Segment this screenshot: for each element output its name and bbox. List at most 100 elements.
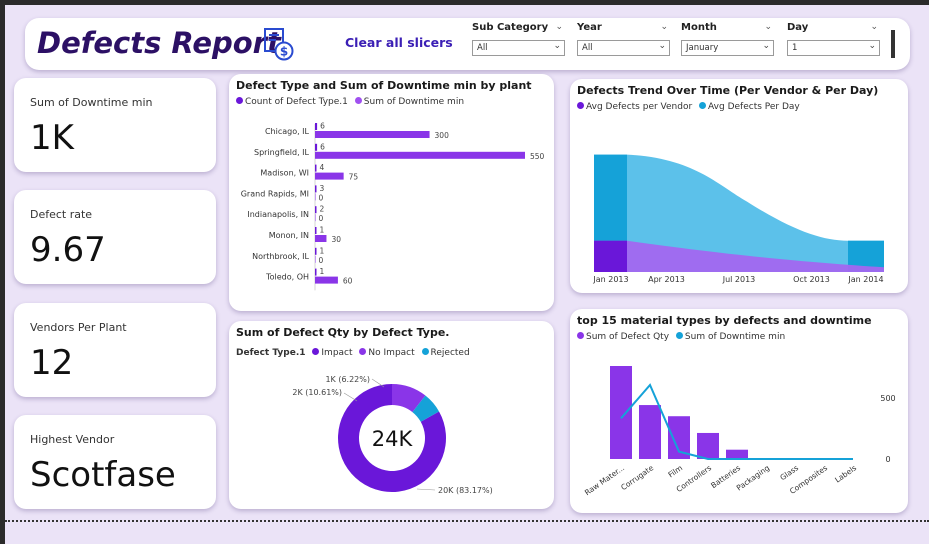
x-tick-label: Jan 2013 [592, 275, 628, 284]
x-tick-label: Corrugate [619, 463, 655, 492]
kpi-label: Sum of Downtime min [30, 96, 153, 109]
slicer-month[interactable]: Month ⌄ January ⌄ [681, 22, 774, 56]
downtime-bar [315, 235, 327, 242]
dropdown-arrow-icon: ⌄ [762, 41, 770, 51]
downtime-data-label: 0 [319, 193, 324, 202]
leader-line [343, 392, 358, 402]
downtime-data-label: 60 [343, 277, 353, 286]
defect-qty-bar [610, 366, 632, 459]
slicer-label: Month [681, 22, 717, 33]
slicer-label: Day [787, 22, 809, 33]
category-label: Monon, IN [269, 231, 309, 240]
report-icon: $ [264, 28, 294, 61]
defect-qty-bar [726, 449, 748, 459]
report-header: Defects Report $ Clear all slicers Sub C… [25, 18, 910, 70]
dropdown-arrow-icon: ⌄ [553, 41, 561, 51]
count-bar [315, 227, 317, 234]
count-bar [315, 247, 317, 255]
downtime-data-label: 30 [331, 235, 341, 244]
chart-defect-qty-donut[interactable]: Sum of Defect Qty by Defect Type. Defect… [229, 321, 554, 509]
slicer-scrollbar[interactable] [891, 30, 895, 58]
x-tick-label: Packaging [735, 463, 772, 492]
slicer-value: All [477, 43, 488, 53]
dropdown-arrow-icon: ⌄ [658, 41, 666, 51]
category-label: Grand Rapids, MI [241, 189, 309, 198]
slicer-dropdown[interactable]: All ⌄ [577, 40, 670, 56]
x-tick-label: Labels [833, 463, 858, 484]
chevron-down-icon[interactable]: ⌄ [660, 22, 668, 32]
kpi-card-defect-rate: Defect rate 9.67 [14, 190, 216, 284]
kpi-value: 12 [30, 343, 74, 383]
slicer-label: Sub Category [472, 22, 549, 33]
report-canvas: Defects Report $ Clear all slicers Sub C… [5, 5, 929, 544]
downtime-data-label: 0 [319, 214, 324, 223]
downtime-data-label: 0 [319, 256, 324, 265]
kpi-label: Defect rate [30, 208, 93, 221]
defect-qty-bar [697, 432, 719, 459]
category-label: Madison, WI [260, 169, 309, 178]
svg-text:$: $ [280, 45, 288, 59]
count-data-label: 4 [320, 163, 325, 172]
chart-defects-trend[interactable]: Defects Trend Over Time (Per Vendor & Pe… [570, 79, 908, 293]
x-tick-label: Jan 2014 [847, 275, 883, 284]
clear-all-slicers-button[interactable]: Clear all slicers [345, 35, 453, 50]
count-data-label: 6 [320, 122, 325, 131]
kpi-label: Highest Vendor [30, 433, 115, 446]
y2-tick-label: 0 [885, 455, 890, 464]
category-label: Toledo, OH [265, 273, 309, 282]
downtime-bar [315, 151, 525, 159]
downtime-bar [315, 276, 338, 284]
count-bar [315, 164, 317, 172]
count-data-label: 1 [320, 246, 325, 255]
count-data-label: 6 [320, 142, 325, 151]
count-bar [315, 143, 318, 151]
donut-chart: 24K 20K (83.17%) 2K (10.61%) 1K (6.22%) [292, 375, 493, 495]
downtime-bar [315, 193, 316, 201]
y2-tick-label: 500 [880, 394, 895, 403]
slicer-dropdown[interactable]: All ⌄ [472, 40, 565, 56]
slicer-year[interactable]: Year ⌄ All ⌄ [577, 22, 670, 56]
slicer-sub-category[interactable]: Sub Category ⌄ All ⌄ [472, 22, 565, 56]
count-data-label: 1 [320, 267, 325, 276]
page-divider [5, 520, 929, 522]
count-bar [315, 268, 317, 276]
slicer-value: January [686, 43, 719, 53]
leader-line [371, 378, 385, 388]
donut-center-label: 24K [372, 427, 414, 451]
selected-period-highlight [594, 240, 627, 272]
downtime-data-label: 300 [435, 131, 450, 140]
count-bar [315, 206, 317, 214]
slicer-dropdown[interactable]: 1 ⌄ [787, 40, 880, 56]
category-label: Springfield, IL [254, 148, 310, 157]
chart-top-materials[interactable]: top 15 material types by defects and dow… [570, 309, 908, 513]
slice-data-label: 20K (83.17%) [438, 486, 493, 495]
x-tick-label: Raw Mater... [583, 463, 626, 497]
count-data-label: 2 [320, 205, 325, 214]
chevron-down-icon[interactable]: ⌄ [870, 22, 878, 32]
dropdown-arrow-icon: ⌄ [868, 41, 876, 51]
chevron-down-icon[interactable]: ⌄ [764, 22, 772, 32]
x-tick-label: Oct 2013 [793, 275, 830, 284]
x-tick-label: Film [666, 463, 684, 479]
downtime-bar [315, 131, 430, 138]
slicer-day[interactable]: Day ⌄ 1 ⌄ [787, 22, 880, 56]
downtime-bar [315, 172, 344, 180]
x-tick-label: Apr 2013 [648, 275, 685, 284]
downtime-data-label: 75 [349, 173, 359, 182]
slicer-dropdown[interactable]: January ⌄ [681, 40, 774, 56]
chevron-down-icon[interactable]: ⌄ [555, 22, 563, 32]
slice-data-label: 1K (6.22%) [325, 375, 370, 384]
slice-data-label: 2K (10.61%) [292, 388, 342, 397]
kpi-card-highest-vendor: Highest Vendor Scotfase [14, 415, 216, 509]
downtime-bar [315, 255, 316, 263]
kpi-value: 1K [30, 118, 74, 158]
kpi-value: Scotfase [30, 455, 176, 495]
kpi-card-vendors-per-plant: Vendors Per Plant 12 [14, 303, 216, 397]
category-label: Indianapolis, IN [247, 210, 309, 219]
material-combo-chart: Raw Mater...Corrugate FilmControllersBatt… [583, 366, 896, 497]
defect-qty-bar [639, 405, 661, 459]
plant-bar-chart: Chicago, IL6300Springfield, IL6550Madiso… [241, 122, 545, 291]
category-label: Chicago, IL [265, 127, 310, 136]
x-tick-label: Glass [778, 463, 800, 482]
chart-defects-by-plant[interactable]: Defect Type and Sum of Downtime min by p… [229, 74, 554, 311]
